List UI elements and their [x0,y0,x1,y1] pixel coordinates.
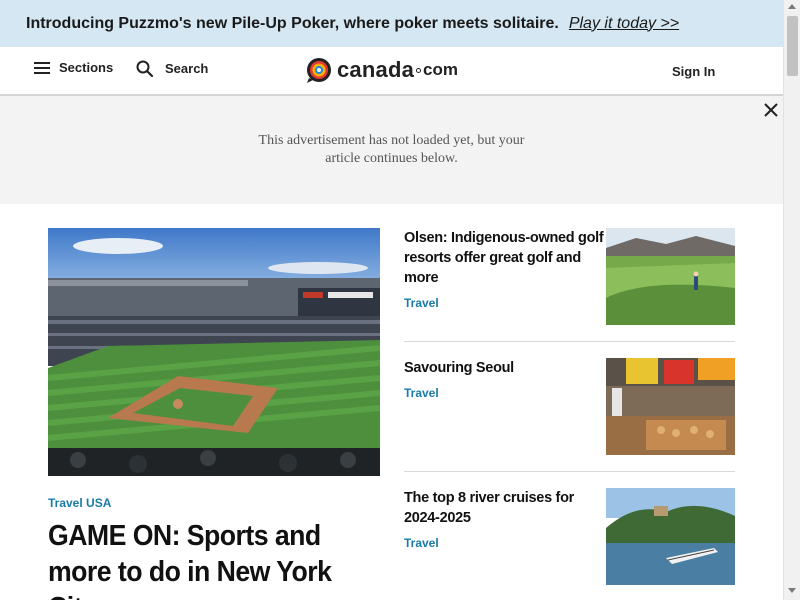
story-title[interactable]: Savouring Seoul [404,358,604,378]
story-image-cruise[interactable] [606,488,735,585]
main-story-kicker[interactable]: Travel USA [48,496,111,510]
story-category[interactable]: Travel [404,386,439,400]
logo-suffix: com [423,60,458,79]
story-divider [404,471,735,472]
promo-text: Introducing Puzzmo's new Pile-Up Poker, … [26,14,559,32]
scrollbar-thumb[interactable] [787,16,798,76]
vertical-scrollbar[interactable] [783,0,800,600]
logo-wordmark: canada [337,57,415,82]
story-title[interactable]: The top 8 river cruises for 2024-2025 [404,488,604,528]
ad-placeholder: This advertisement has not loaded yet, b… [0,96,783,204]
sections-label: Sections [59,60,114,75]
stadium-photo [48,228,380,476]
story-category[interactable]: Travel [404,296,439,310]
search-button[interactable]: Search [136,60,208,77]
story-image-golf[interactable] [606,228,735,325]
promo-play-link[interactable]: Play it today >> [569,15,679,33]
site-header: Sections Search canada com Sign In [0,47,783,96]
market-photo [606,358,735,455]
hamburger-icon [34,61,50,74]
sections-menu-button[interactable]: Sections [34,60,113,75]
river-photo [606,488,735,585]
ad-message-line2: article continues below. [325,151,458,166]
canada-logo-icon [307,58,331,83]
close-icon[interactable] [761,100,781,120]
ad-message: This advertisement has not loaded yet, b… [0,132,783,168]
site-logo[interactable]: canada com [305,56,458,84]
story-image-seoul[interactable] [606,358,735,455]
promo-banner: Introducing Puzzmo's new Pile-Up Poker, … [0,0,783,47]
logo-dot [416,67,422,73]
story-item-golf[interactable]: Olsen: Indigenous-owned golf resorts off… [404,228,735,325]
scroll-down-arrow-icon[interactable] [788,588,796,593]
ad-message-line1: This advertisement has not loaded yet, b… [258,133,525,148]
story-title[interactable]: Olsen: Indigenous-owned golf resorts off… [404,228,604,288]
story-item-river-cruises[interactable]: The top 8 river cruises for 2024-2025 Tr… [404,488,735,585]
scroll-up-arrow-icon[interactable] [788,4,796,9]
story-item-seoul[interactable]: Savouring Seoul Travel [404,358,735,455]
story-category[interactable]: Travel [404,536,439,550]
sign-in-link[interactable]: Sign In [672,64,715,79]
search-label: Search [165,61,209,76]
main-story-headline[interactable]: GAME ON: Sports and more to do in New Yo… [48,518,342,600]
page: Introducing Puzzmo's new Pile-Up Poker, … [0,0,800,600]
main-story-image[interactable] [48,228,380,476]
golf-photo [606,228,735,325]
search-icon [136,60,153,77]
story-divider [404,341,735,342]
